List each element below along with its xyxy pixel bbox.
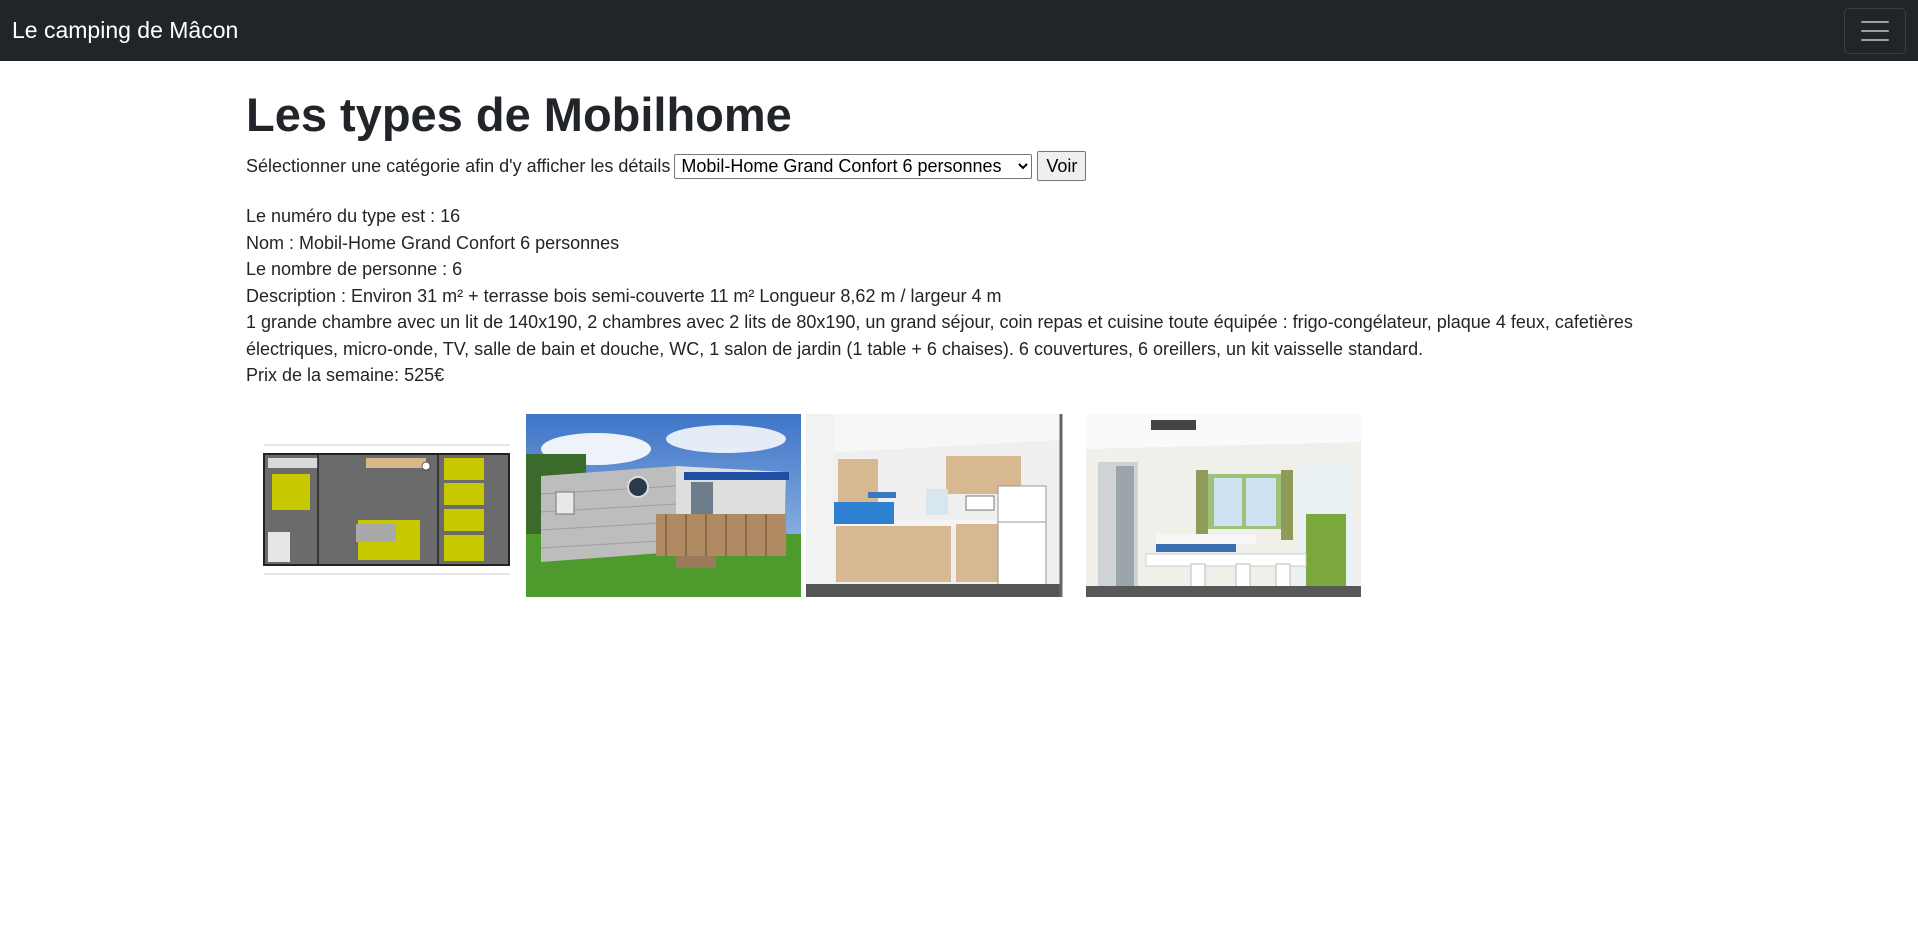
detail-type-number: Le numéro du type est : 16: [246, 206, 461, 227]
detail-name: Nom : Mobil-Home Grand Confort 6 personn…: [246, 232, 620, 253]
detail-description-more: 1 grande chambre avec un lit de 140x190,…: [246, 312, 1633, 359]
voir-button[interactable]: Voir: [1037, 151, 1087, 182]
exterior-image: [526, 413, 801, 597]
hamburger-icon: [1861, 20, 1889, 23]
navbar-toggler-button[interactable]: [1844, 7, 1906, 54]
detail-price: Prix de la semaine: 525€: [246, 365, 445, 386]
category-form: Sélectionner une catégorie afin d'y affi…: [246, 151, 1666, 182]
category-select-label: Sélectionner une catégorie afin d'y affi…: [246, 155, 671, 176]
floor-plan-image: [246, 413, 521, 597]
living-room-image: [1086, 413, 1361, 597]
mobilhome-details: Le numéro du type est : 16 Nom : Mobil-H…: [246, 203, 1646, 389]
brand-link[interactable]: Le camping de Mâcon: [12, 19, 238, 42]
detail-people: Le nombre de personne : 6: [246, 259, 463, 280]
detail-description: Description : Environ 31 m² + terrasse b…: [246, 285, 1002, 306]
page-title: Les types de Mobilhome: [246, 88, 792, 141]
top-navbar: Le camping de Mâcon: [0, 0, 1918, 61]
category-select[interactable]: Mobil-Home Grand Confort 6 personnes: [674, 153, 1033, 179]
main-content: Les types de Mobilhome Sélectionner une …: [246, 61, 1666, 597]
photo-gallery: [246, 413, 1666, 597]
kitchen-image: [806, 413, 1081, 597]
